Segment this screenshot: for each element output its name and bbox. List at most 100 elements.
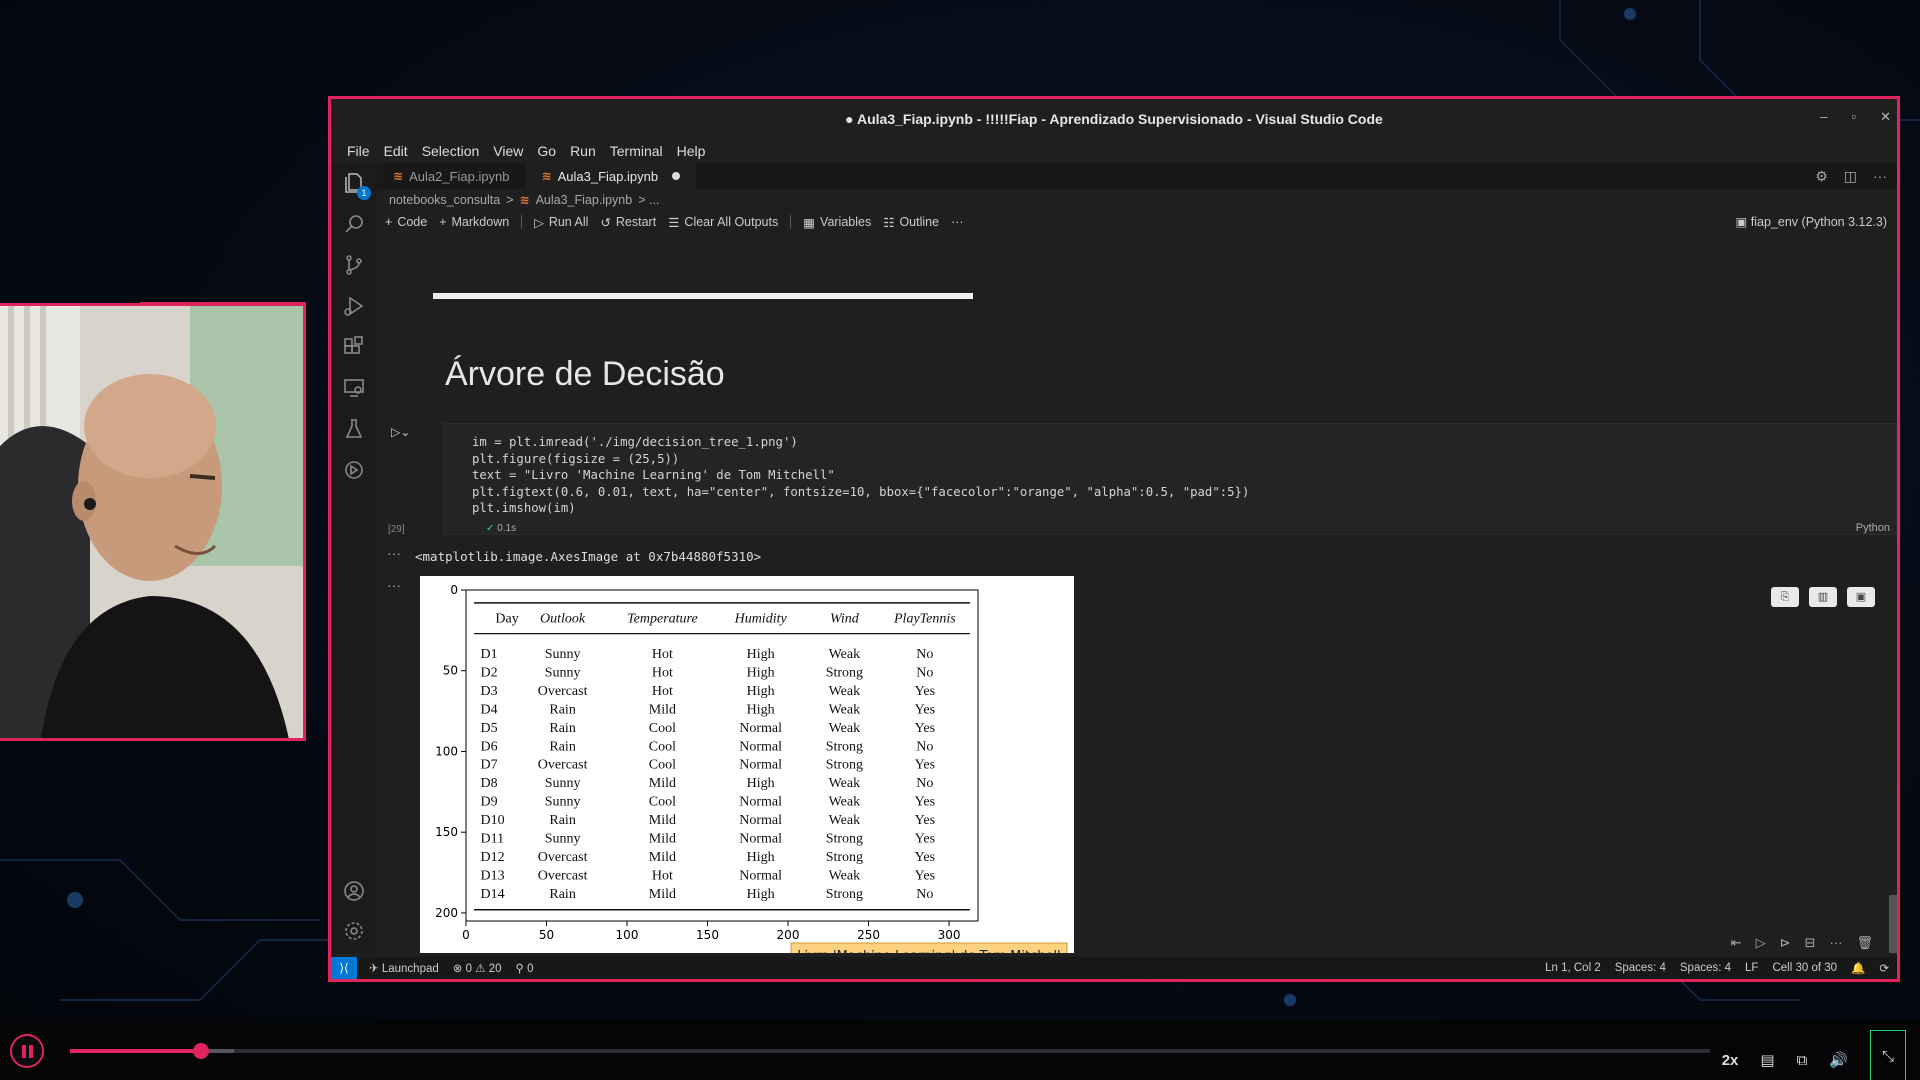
y-tick-label: 0: [450, 583, 458, 597]
outline-label: Outline: [899, 215, 940, 229]
seek-bar[interactable]: [70, 1043, 1710, 1059]
volume-icon[interactable]: 🔊: [1829, 1051, 1848, 1069]
menu-edit[interactable]: Edit: [384, 143, 408, 159]
table-cell: Sunny: [545, 776, 581, 791]
table-cell: Yes: [915, 684, 935, 699]
output-menu-button[interactable]: ···: [387, 545, 401, 561]
search-icon[interactable]: [342, 212, 366, 236]
cursor-position[interactable]: Ln 1, Col 2: [1545, 962, 1601, 974]
breadcrumb-folder[interactable]: notebooks_consulta: [389, 193, 500, 207]
menu-go[interactable]: Go: [537, 143, 556, 159]
exit-fullscreen-icon[interactable]: ⤡: [1870, 1030, 1906, 1080]
menu-selection[interactable]: Selection: [422, 143, 480, 159]
add-markdown-button[interactable]: + Markdown: [439, 215, 509, 229]
table-cell: Sunny: [545, 795, 581, 810]
horizontal-scrollbar[interactable]: [433, 293, 973, 299]
variables-button[interactable]: ▦ Variables: [803, 215, 871, 230]
table-cell: Weak: [829, 702, 861, 717]
code-cell[interactable]: im = plt.imread('./img/decision_tree_1.p…: [388, 423, 1897, 535]
execute-cell-icon[interactable]: ▷: [1756, 935, 1766, 951]
table-cell: D2: [480, 665, 497, 680]
run-above-icon[interactable]: ⇤: [1731, 935, 1742, 951]
timeline-icon[interactable]: [342, 458, 366, 482]
cell-language[interactable]: Python: [1856, 522, 1890, 534]
tab-aula2[interactable]: ≋ Aula2_Fiap.ipynb: [377, 163, 526, 189]
output-menu-button[interactable]: ···: [387, 577, 401, 593]
restart-button[interactable]: ↺ Restart: [600, 215, 656, 230]
table-cell: Mild: [649, 776, 676, 791]
settings-gear-icon[interactable]: [342, 919, 366, 943]
open-in-plot-viewer-icon[interactable]: ▥: [1809, 587, 1837, 607]
table-cell: Rain: [549, 887, 575, 902]
table-cell: D8: [480, 776, 497, 791]
indentation-1[interactable]: Spaces: 4: [1615, 962, 1666, 974]
table-cell: Overcast: [538, 758, 588, 773]
ports-item[interactable]: ⚲ 0: [516, 961, 534, 975]
unsaved-dot-icon[interactable]: [672, 172, 681, 180]
code-editor[interactable]: im = plt.imread('./img/decision_tree_1.p…: [472, 434, 1249, 517]
tab-aula3[interactable]: ≋ Aula3_Fiap.ipynb: [525, 163, 697, 189]
copy-output-icon[interactable]: ⎘: [1771, 587, 1799, 607]
captions-icon[interactable]: ▤: [1760, 1051, 1774, 1069]
table-cell: Normal: [739, 869, 782, 884]
seek-handle[interactable]: [193, 1043, 210, 1059]
menu-view[interactable]: View: [493, 143, 523, 159]
table-cell: D9: [480, 795, 497, 810]
source-control-icon[interactable]: [342, 253, 366, 277]
table-cell: No: [916, 739, 933, 754]
run-below-icon[interactable]: ⊳: [1780, 935, 1791, 951]
menu-run[interactable]: Run: [570, 143, 596, 159]
webcam-overlay: [0, 303, 306, 741]
clear-icon: ☰: [668, 215, 680, 230]
testing-icon[interactable]: [342, 417, 366, 441]
code-line: plt.figtext(0.6, 0.01, text, ha="center"…: [472, 484, 1250, 499]
plus-icon: +: [385, 215, 393, 229]
problems-item[interactable]: ⊗ 0 ⚠ 20: [453, 961, 502, 975]
run-all-button[interactable]: ▷ Run All: [534, 215, 588, 230]
more-actions-icon[interactable]: ···: [1873, 168, 1887, 185]
table-cell: D11: [480, 832, 504, 847]
line-ending[interactable]: LF: [1745, 962, 1758, 974]
breadcrumb-file[interactable]: Aula3_Fiap.ipynb: [536, 193, 633, 207]
kernel-picker[interactable]: ▣ fiap_env (Python 3.12.3): [1736, 214, 1888, 229]
add-code-button[interactable]: + Code: [385, 215, 427, 229]
run-cell-button[interactable]: ▷⌄: [391, 425, 410, 439]
clear-outputs-button[interactable]: ☰ Clear All Outputs: [668, 215, 778, 230]
vertical-scrollbar[interactable]: [1889, 895, 1897, 953]
table-cell: Strong: [826, 739, 863, 754]
table-header-cell: PlayTennis: [893, 611, 956, 626]
sync-icon[interactable]: ⟳: [1879, 961, 1889, 975]
toolbar-more-button[interactable]: ···: [951, 215, 964, 229]
cell-indicator[interactable]: Cell 30 of 30: [1772, 962, 1837, 974]
notifications-bell-icon[interactable]: 🔔: [1851, 961, 1865, 975]
launchpad-item[interactable]: ✈ Launchpad: [369, 961, 439, 975]
save-image-icon[interactable]: ▣: [1847, 587, 1875, 607]
table-cell: Hot: [652, 684, 673, 699]
files-icon[interactable]: 1: [342, 171, 371, 200]
close-window-button[interactable]: ✕: [1880, 109, 1891, 125]
picture-in-picture-icon[interactable]: ⧉: [1797, 1052, 1808, 1069]
delete-cell-icon[interactable]: 🗑: [1856, 935, 1873, 951]
remote-indicator-icon[interactable]: ⟩⟨: [331, 957, 357, 979]
settings-icon[interactable]: ⚙: [1815, 168, 1828, 185]
menu-file[interactable]: File: [347, 143, 370, 159]
split-editor-icon[interactable]: ◫: [1844, 168, 1857, 185]
tab-label: Aula2_Fiap.ipynb: [409, 168, 510, 184]
minimize-button[interactable]: –: [1820, 109, 1827, 125]
account-icon[interactable]: [342, 879, 366, 903]
menu-terminal[interactable]: Terminal: [610, 143, 663, 159]
maximize-button[interactable]: ▫: [1851, 109, 1856, 125]
remote-explorer-icon[interactable]: [342, 376, 366, 400]
code-line: text = "Livro 'Machine Learning' de Tom …: [472, 468, 835, 482]
playback-speed-button[interactable]: 2x: [1722, 1052, 1739, 1069]
outline-icon: ☷: [883, 215, 895, 230]
more-cell-actions-icon[interactable]: ···: [1829, 935, 1842, 951]
run-debug-icon[interactable]: [342, 294, 366, 318]
split-cell-icon[interactable]: ⊟: [1805, 935, 1816, 951]
menu-help[interactable]: Help: [677, 143, 706, 159]
pause-icon[interactable]: [10, 1034, 44, 1068]
extensions-icon[interactable]: [342, 335, 366, 359]
indentation-2[interactable]: Spaces: 4: [1680, 962, 1731, 974]
table-cell: Rain: [549, 702, 575, 717]
outline-button[interactable]: ☷ Outline: [883, 215, 939, 230]
